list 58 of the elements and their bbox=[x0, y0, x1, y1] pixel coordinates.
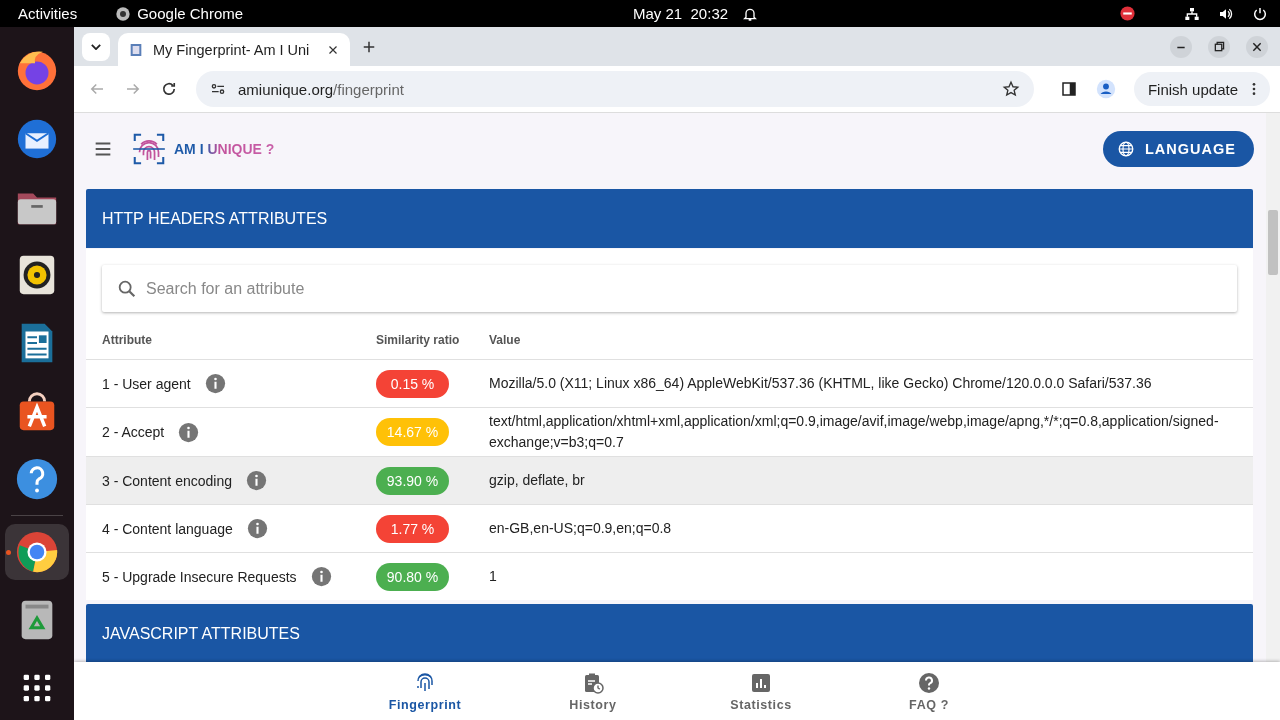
attribute-name: 2 - Accept bbox=[102, 424, 165, 440]
column-header: Value bbox=[489, 332, 522, 347]
browser-tab[interactable]: My Fingerprint- Am I Uni bbox=[118, 33, 350, 66]
section-header: JAVASCRIPT ATTRIBUTES bbox=[86, 604, 1253, 662]
do-not-disturb-icon bbox=[1119, 5, 1136, 22]
nav-tab[interactable]: Fingerprint bbox=[341, 662, 509, 720]
site-logo[interactable]: AM I UNIQUE ? bbox=[174, 141, 275, 157]
attribute-value: 1 bbox=[489, 567, 498, 586]
side-panel-icon[interactable] bbox=[1059, 80, 1078, 98]
column-header: Similarity ratio bbox=[376, 332, 461, 347]
info-icon[interactable] bbox=[178, 421, 200, 443]
attribute-value: text/html,application/xhtml+xml,application/xml;q=0.9,image/avif,image/webp,image/apng,*/*;q=0.8,application/signed-exchange;v=b3;q=0.7 bbox=[489, 412, 1220, 452]
close-icon[interactable] bbox=[1246, 35, 1268, 58]
app-grid-icon[interactable] bbox=[21, 672, 53, 704]
globe-icon bbox=[1117, 140, 1135, 158]
chrome-icon bbox=[115, 5, 132, 22]
section-header: HTTP HEADERS ATTRIBUTES bbox=[86, 189, 1253, 248]
profile-icon[interactable] bbox=[1095, 79, 1116, 99]
column-header: Attribute bbox=[102, 332, 153, 347]
network-icon[interactable] bbox=[1184, 5, 1200, 22]
info-icon[interactable] bbox=[246, 518, 268, 539]
dock-item[interactable] bbox=[5, 524, 69, 580]
chevron-down-icon bbox=[91, 43, 101, 50]
attribute-value: gzip, deflate, br bbox=[489, 471, 586, 490]
similarity-badge: 93.90 % bbox=[376, 466, 449, 495]
similarity-badge: 14.67 % bbox=[376, 418, 449, 446]
attribute-name: 4 - Content language bbox=[102, 520, 233, 537]
similarity-badge: 90.80 % bbox=[376, 562, 449, 591]
attribute-name: 5 - Upgrade Insecure Requests bbox=[102, 568, 297, 585]
restore-icon[interactable] bbox=[1208, 35, 1230, 58]
info-icon[interactable] bbox=[204, 373, 226, 394]
similarity-badge: 0.15 % bbox=[376, 369, 449, 398]
attribute-name: 1 - User agent bbox=[102, 375, 191, 392]
info-icon[interactable] bbox=[310, 566, 332, 587]
page-icon bbox=[128, 41, 144, 58]
app-name[interactable]: Google Chrome bbox=[137, 5, 244, 22]
attribute-value: en-GB,en-US;q=0.9,en;q=0.8 bbox=[489, 519, 673, 538]
nav-tab[interactable]: History bbox=[509, 662, 677, 720]
finish-update-button[interactable]: Finish update bbox=[1133, 72, 1270, 106]
language-button[interactable]: LANGUAGE bbox=[1103, 131, 1254, 167]
similarity-badge: 1.77 % bbox=[376, 514, 449, 543]
scrollbar[interactable] bbox=[1266, 113, 1280, 662]
power-icon[interactable] bbox=[1252, 5, 1268, 22]
tab-list-button[interactable] bbox=[82, 32, 110, 61]
site-settings-icon[interactable] bbox=[210, 81, 226, 97]
activities-button[interactable]: Activities bbox=[18, 5, 78, 22]
nav-tab[interactable]: Statistics bbox=[677, 662, 845, 720]
attribute-name: 3 - Content encoding bbox=[102, 472, 232, 489]
clock[interactable]: May 21 20:32 bbox=[633, 5, 729, 22]
star-icon[interactable] bbox=[1001, 80, 1020, 98]
attribute-value: Mozilla/5.0 (X11; Linux x86_64) AppleWebKit/537.36 (KHTML, like Gecko) Chrome/120.0.0.0 Safari/537.36 bbox=[489, 374, 1153, 393]
nav-tab[interactable]: FAQ ? bbox=[845, 662, 1013, 720]
reload-icon[interactable] bbox=[160, 80, 178, 98]
search-field[interactable]: Search for an attribute bbox=[102, 265, 1237, 312]
help-icon bbox=[917, 670, 941, 695]
browser-icon[interactable] bbox=[14, 529, 60, 575]
info-icon[interactable] bbox=[246, 470, 267, 491]
help-icon[interactable] bbox=[14, 456, 60, 502]
